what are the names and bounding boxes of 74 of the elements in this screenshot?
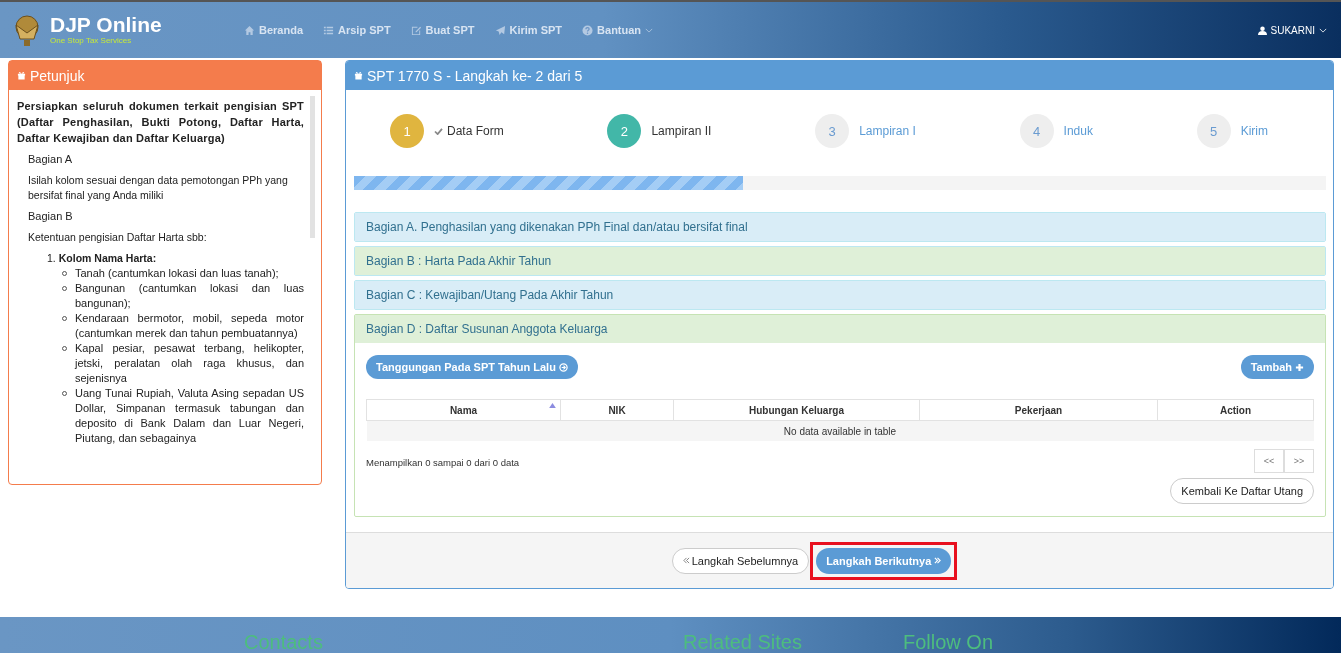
list-number: 1.: [47, 251, 56, 266]
empty-table-message: No data available in table: [366, 420, 1314, 441]
list-item-text: Uang Tunai Rupiah, Valuta Asing sepadan US Dollar, Simpanan termasuk tabungan dan deposito di Bank Dalam dan Luar Negeri, Piutang, dan sebagainya: [75, 386, 304, 446]
gift-icon: [354, 71, 363, 80]
step-label: Lampiran I: [859, 124, 916, 138]
user-icon: [1257, 25, 1267, 35]
wizard-step[interactable]: 3 Lampiran I: [815, 114, 916, 148]
panel-title: SPT 1770 S - Langkah ke- 2 dari 5: [367, 67, 583, 84]
pagination-button[interactable]: <<: [1254, 449, 1284, 473]
accordion-header[interactable]: Bagian B : Harta Pada Akhir Tahun: [355, 247, 1325, 275]
plus-icon: [1295, 362, 1304, 372]
nav-link[interactable]: Buat SPT: [410, 24, 475, 36]
step-number: 2: [607, 114, 642, 148]
nav-link[interactable]: Bantuan: [582, 24, 654, 36]
table-info: Menampilkan 0 sampai 0 dari 0 data: [366, 457, 520, 468]
intro-text: Persiapkan seluruh dokumen terkait pengisian SPT (Daftar Penghasilan, Bukti Potong, Daftar Harta, Daftar Kewajiban dan Daftar Keluarga): [17, 99, 304, 146]
wizard-step[interactable]: 4 Induk: [1019, 114, 1093, 148]
next-step-button[interactable]: Langkah Berikutnya: [816, 547, 952, 574]
list-item-text: Tanah (cantumkan lokasi dan luas tanah);: [75, 266, 279, 281]
wizard-step[interactable]: 2 Lampiran II: [607, 114, 712, 148]
gift-icon: [17, 71, 26, 80]
column-header[interactable]: NIK: [560, 399, 674, 421]
section-heading: Bagian A: [28, 152, 74, 167]
nav-link[interactable]: Kirim SPT: [494, 24, 563, 36]
sort-icon: [549, 403, 556, 408]
list-item-text: Kapal pesiar, pesawat terbang, helikopter, jetski, peralatan olah raga khusus, dan sejenisnya: [75, 341, 304, 386]
accordion-header[interactable]: Bagian A. Penghasilan yang dikenakan PPh Final dan/atau bersifat final: [355, 213, 1325, 241]
panel-title: Petunjuk: [30, 67, 85, 84]
previous-year-button[interactable]: Tanggungan Pada SPT Tahun Lalu: [366, 355, 578, 379]
step-label: Data Form: [447, 124, 504, 138]
footer-heading: Contacts: [244, 631, 323, 653]
accordion-header[interactable]: Bagian C : Kewajiban/Utang Pada Akhir Tahun: [355, 281, 1325, 309]
paper-plane-icon: [494, 24, 506, 36]
step-number: 1: [390, 114, 424, 148]
help-icon: [582, 24, 594, 36]
wizard-step[interactable]: 5 Kirim: [1196, 114, 1268, 148]
edit-icon: [410, 24, 422, 36]
circle-arrow-icon: [558, 362, 568, 372]
accordion-header[interactable]: Bagian D : Daftar Susunan Anggota Keluarga: [355, 315, 1325, 343]
list-item-text: Bangunan (cantumkan lokasi dan luas bangunan);: [75, 281, 304, 311]
pagination-button[interactable]: >>: [1284, 449, 1314, 473]
column-header[interactable]: Hubungan Keluarga: [673, 399, 920, 421]
column-header[interactable]: Action: [1157, 399, 1314, 421]
list-title: Kolom Nama Harta:: [58, 251, 157, 266]
list-item-text: Kendaraan bermotor, mobil, sepeda motor (cantumkan merek dan tahun pembuatannya): [75, 311, 304, 341]
section-heading: Bagian B: [28, 209, 74, 224]
double-chevron-left-icon: [682, 557, 690, 564]
add-button[interactable]: Tambah: [1240, 355, 1314, 379]
step-label: Kirim: [1240, 124, 1268, 138]
back-button[interactable]: Kembali Ke Daftar Utang: [1170, 478, 1314, 504]
double-chevron-right-icon: [934, 557, 942, 564]
step-number: 4: [1019, 114, 1054, 148]
column-header[interactable]: Pekerjaan: [919, 399, 1158, 421]
scrollbar[interactable]: [310, 96, 315, 238]
column-header[interactable]: Nama: [366, 399, 561, 421]
step-number: 3: [815, 114, 850, 148]
footer-heading: Related Sites: [683, 631, 802, 653]
user-menu[interactable]: SUKARNI: [1257, 24, 1327, 36]
section-text: Ketentuan pengisian Daftar Harta sbb:: [28, 230, 208, 245]
previous-step-button[interactable]: Langkah Sebelumnya: [671, 547, 810, 574]
step-label: Lampiran II: [651, 124, 712, 138]
footer-heading: Follow On: [903, 631, 994, 653]
chevron-down-icon: [1319, 27, 1327, 33]
step-label: Induk: [1063, 124, 1093, 138]
check-icon: [434, 127, 443, 135]
nav-link[interactable]: Arsip SPT: [323, 24, 391, 36]
nav-link[interactable]: Beranda: [244, 24, 304, 36]
brand-name[interactable]: DJP Online: [50, 14, 162, 36]
step-number: 5: [1196, 114, 1231, 148]
list-icon: [323, 24, 335, 36]
section-text: Isilah kolom sesuai dengan data pemotongan PPh yang bersifat final yang Anda miliki: [28, 173, 289, 203]
home-icon: [244, 24, 255, 36]
brand-tagline: One Stop Tax Services: [50, 36, 133, 46]
wizard-step[interactable]: 1 Data Form: [390, 114, 504, 148]
